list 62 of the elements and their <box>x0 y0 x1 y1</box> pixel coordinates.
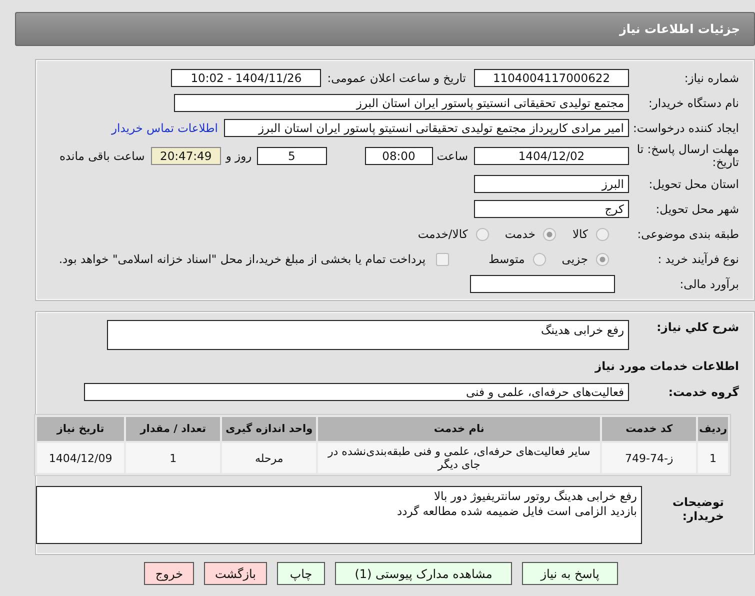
field-label: نوع فرآیند خرید : <box>656 252 740 266</box>
field-label: طبقه بندی موضوعی: <box>636 227 740 242</box>
radio-button[interactable] <box>543 228 556 241</box>
date-field[interactable]: 1404/12/02 <box>474 147 629 166</box>
radio-button[interactable] <box>596 228 609 241</box>
text-field[interactable]: امیر مرادی کارپرداز مجتمع تولیدی تحقیقاتی انستیتو پاستور ایران استان البرز <box>224 119 629 137</box>
time-field[interactable]: 08:00 <box>364 147 433 166</box>
column-header: تعداد / مقدار <box>126 417 220 442</box>
table-cell: سایر فعالیت‌های حرفه‌ای، علمی و فنی طبقه‌بندی‌نشده در جای دیگر <box>318 443 600 474</box>
text-field[interactable]: کرج <box>474 200 629 218</box>
countdown-field: 20:47:49 <box>150 147 221 166</box>
checkbox-label: پرداخت تمام یا بخشی از مبلغ خرید،از محل "اسناد خزانه اسلامی" خواهد بود. <box>58 252 426 266</box>
field-label: ایجاد کننده درخواست: <box>632 121 740 135</box>
field-label: گروه خدمت: <box>667 385 740 400</box>
field-label: نام دستگاه خریدار: <box>647 96 740 110</box>
column-header: ردیف <box>698 417 728 442</box>
column-header: کد خدمت <box>602 417 696 442</box>
text-field[interactable]: 1104004117000622 <box>474 69 629 87</box>
radio-button[interactable] <box>476 228 489 241</box>
radio-label: متوسط <box>488 252 525 266</box>
column-header: نام خدمت <box>318 417 600 442</box>
action-button[interactable]: چاپ <box>277 562 325 586</box>
action-button[interactable]: پاسخ به نیاز <box>522 562 618 586</box>
page-title: جزئیات اطلاعات نیاز <box>619 22 740 36</box>
text-area[interactable]: رفع خرابی هدینگ <box>107 320 629 350</box>
radio-label: کالا <box>572 227 588 242</box>
action-button[interactable]: بازگشت <box>204 562 267 586</box>
field-label: استان محل تحویل: <box>648 177 740 192</box>
table-cell: 1 <box>126 443 220 474</box>
radio-label: جزیی <box>562 252 588 266</box>
radio-button[interactable] <box>532 252 546 266</box>
field-label: روز و <box>226 149 252 164</box>
text-field[interactable] <box>470 275 615 294</box>
field-label: تاریخ و ساعت اعلان عمومی: <box>327 71 466 85</box>
text-field[interactable]: البرز <box>474 175 629 194</box>
field-label: شهر محل تحویل: <box>654 202 740 216</box>
action-button[interactable]: خروج <box>144 562 194 586</box>
days-field[interactable]: 5 <box>256 147 327 166</box>
field-label: شرح کلي نياز: <box>656 320 740 334</box>
field-label: توضیحات خریدار: <box>672 494 725 524</box>
action-button[interactable]: مشاهده مدارک پیوستی (1) <box>335 562 512 586</box>
column-header: واحد اندازه گیری <box>222 417 316 442</box>
text-field[interactable]: مجتمع تولیدی تحقیقاتی انستیتو پاستور ایران استان البرز <box>174 94 629 112</box>
text-field[interactable]: 1404/11/26 - 10:02 <box>171 69 322 87</box>
field-label: ساعت باقی مانده <box>60 149 145 164</box>
table-cell: 1404/12/09 <box>37 443 124 474</box>
table-cell: مرحله <box>222 443 316 474</box>
radio-button[interactable] <box>596 252 609 266</box>
field-label: شماره نیاز: <box>683 71 740 85</box>
field-label: مهلت ارسال پاسخ: تا تاریخ: <box>636 143 740 170</box>
contact-link[interactable]: اطلاعات تماس خریدار <box>111 121 218 135</box>
radio-label: خدمت <box>504 227 536 242</box>
field-label: ساعت <box>436 149 468 164</box>
field-label: برآورد مالی: <box>678 277 740 292</box>
column-header: تاریخ نیاز <box>37 417 124 442</box>
radio-label: کالا/خدمت <box>418 227 468 242</box>
checkbox[interactable] <box>436 252 449 266</box>
text-area[interactable]: رفع خرابی هدینگ روتور سانتریفیوژ دور بالا بازدید الزامی است فایل ضمیمه شده مطالعه گردد <box>36 486 642 544</box>
section-heading: اطلاعات خدمات مورد نیاز <box>595 359 740 374</box>
table-cell: ز-74-749 <box>602 443 696 474</box>
table-cell: 1 <box>698 443 728 474</box>
text-field[interactable]: فعالیت‌های حرفه‌ای، علمی و فنی <box>84 383 629 402</box>
